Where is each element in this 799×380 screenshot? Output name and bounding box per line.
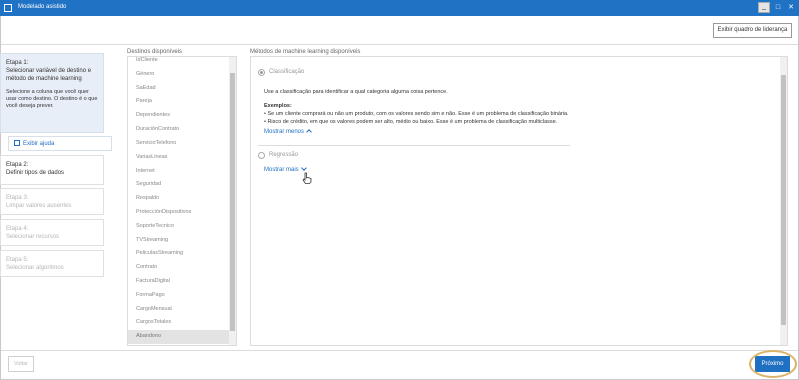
maximize-button[interactable]: □ — [772, 2, 784, 13]
list-item[interactable]: FormaPago — [128, 289, 230, 303]
list-item[interactable]: Seguridad — [128, 178, 230, 192]
list-item[interactable]: ProtecciónDispositivos — [128, 206, 230, 220]
destinations-scrollbar-thumb[interactable] — [230, 73, 235, 331]
step-5: Etapa 5: Selecionar algoritmos — [0, 250, 104, 277]
destinations-list: IdCliente Género SaEdad Pareja Dependien… — [127, 56, 237, 346]
methods-scrollbar-thumb[interactable] — [781, 75, 786, 325]
close-button[interactable]: ✕ — [785, 2, 797, 13]
bottom-divider — [1, 350, 798, 351]
minimize-button[interactable]: _ — [758, 2, 770, 13]
chevron-down-icon — [300, 165, 307, 171]
list-item[interactable]: Internet — [128, 165, 230, 179]
external-link-icon — [14, 140, 20, 146]
step-3-label: Etapa 3: — [6, 195, 29, 201]
step-3: Etapa 3: Limpar valores ausentes — [0, 188, 104, 215]
step-2-name: Definir tipos de dados — [6, 170, 65, 176]
show-help-link[interactable]: Exibir ajuda — [8, 136, 112, 151]
hand-cursor-icon — [302, 172, 312, 184]
example-multiclass: • Risco de crédito, em que os valores po… — [264, 119, 558, 125]
step-1[interactable]: Etapa 1: Selecionar variável de destino … — [0, 53, 104, 133]
show-more-link[interactable]: Mostrar mais — [264, 165, 307, 173]
list-item[interactable]: Género — [128, 68, 230, 82]
show-more-label: Mostrar mais — [264, 167, 299, 173]
step-3-name: Limpar valores ausentes — [6, 203, 72, 209]
show-less-label: Mostrar menos — [264, 129, 305, 135]
methods-divider — [258, 145, 570, 146]
step-5-label: Etapa 5: — [6, 257, 29, 263]
list-item[interactable]: CargoMensual — [128, 303, 230, 317]
classification-description: Use a classificação para identificar a q… — [264, 89, 448, 95]
classification-label: Classificação — [269, 69, 305, 75]
back-button[interactable]: Voltar — [8, 356, 34, 372]
regression-label: Regressão — [269, 152, 299, 158]
list-item[interactable]: Contrato — [128, 261, 230, 275]
chevron-up-icon — [306, 129, 312, 135]
list-item[interactable]: PeliculasStreaming — [128, 247, 230, 261]
list-item[interactable]: FacturaDigital — [128, 275, 230, 289]
list-item-selected[interactable]: Abandono — [128, 330, 230, 344]
step-2-label: Etapa 2: — [6, 162, 29, 168]
list-item[interactable]: SoporteTecnico — [128, 220, 230, 234]
title-bar: Modelado asistido _ □ ✕ — [0, 0, 799, 16]
show-help-label: Exibir ajuda — [23, 141, 55, 147]
leadership-board-button[interactable]: Exibir quadro de liderança — [713, 23, 792, 38]
classification-radio[interactable] — [258, 69, 265, 76]
list-item[interactable]: CargosTotales — [128, 316, 230, 330]
top-divider — [1, 44, 798, 45]
step-4-label: Etapa 4: — [6, 226, 29, 232]
list-item[interactable]: Respaldo — [128, 192, 230, 206]
list-item[interactable]: Dependientes — [128, 109, 230, 123]
list-item[interactable]: IdCliente — [128, 57, 230, 68]
example-binary: • Se um cliente comprará ou não um produ… — [264, 111, 569, 117]
step-1-label: Etapa 1: — [6, 60, 29, 66]
step-2[interactable]: Etapa 2: Definir tipos de dados — [0, 155, 104, 185]
next-button-highlight — [749, 350, 797, 378]
show-less-link[interactable]: Mostrar menos — [264, 129, 312, 135]
list-item[interactable]: SaEdad — [128, 82, 230, 96]
list-item[interactable]: DuraciónContrato — [128, 123, 230, 137]
step-1-name: Selecionar variável de destino e método … — [6, 68, 92, 82]
list-item[interactable]: TVStreaming — [128, 234, 230, 248]
list-item[interactable]: Pareja — [128, 95, 230, 109]
destinations-title: Destinos disponíveis — [127, 49, 183, 55]
step-5-name: Selecionar algoritmos — [6, 265, 64, 271]
regression-radio[interactable] — [258, 152, 265, 159]
step-4-name: Selecionar recursos — [6, 234, 60, 240]
list-item[interactable]: VariasLineas — [128, 151, 230, 165]
methods-panel — [250, 56, 788, 346]
window-title: Modelado asistido — [18, 4, 67, 10]
step-1-description: Selecione a coluna que você quer usar co… — [6, 89, 98, 109]
app-icon — [4, 4, 12, 12]
list-item[interactable]: ServicioTelefono — [128, 137, 230, 151]
examples-title: Exemplos: — [264, 103, 292, 109]
step-4: Etapa 4: Selecionar recursos — [0, 219, 104, 246]
methods-title: Métodos de machine learning disponíveis — [250, 49, 361, 55]
